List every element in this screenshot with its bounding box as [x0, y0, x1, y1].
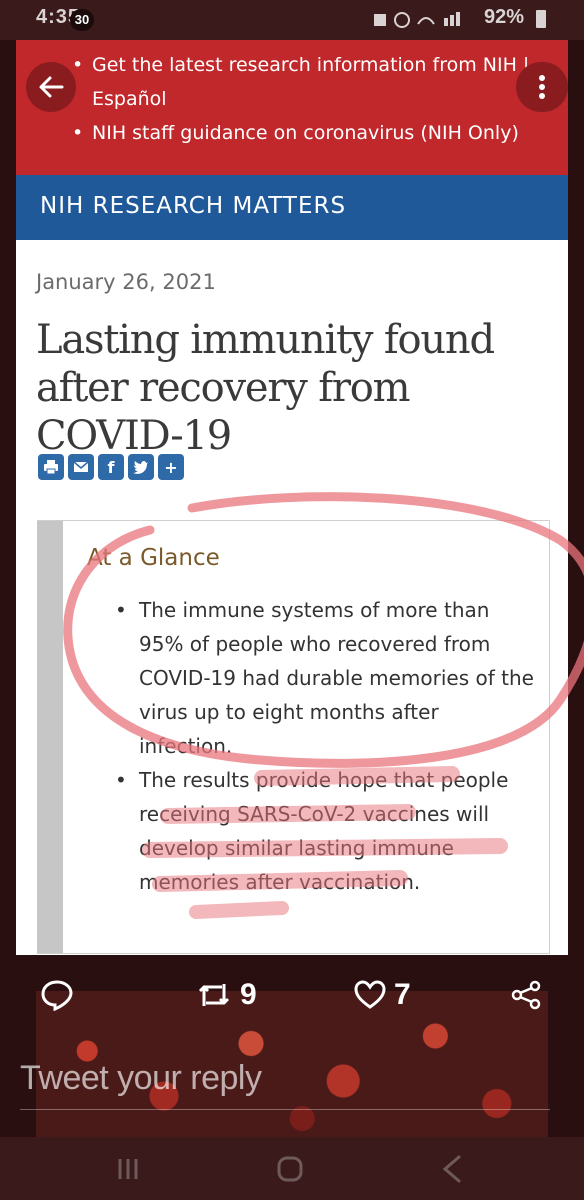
more-vertical-icon — [539, 75, 545, 99]
reply-input[interactable]: Tweet your reply — [20, 1055, 550, 1110]
status-bar: 4:35 30 92% — [0, 0, 584, 40]
covid-alert-banner: Get the latest research information from… — [16, 40, 568, 175]
article-date: January 26, 2021 — [36, 270, 216, 294]
section-banner[interactable]: NIH RESEARCH MATTERS — [16, 175, 568, 240]
alarm-icon — [374, 14, 386, 26]
glance-list: The immune systems of more than 95% of p… — [115, 593, 535, 899]
print-icon[interactable] — [38, 454, 64, 480]
like-button[interactable]: 7 — [354, 975, 411, 1015]
plus-icon[interactable]: + — [158, 454, 184, 480]
alert-link-nih-research[interactable]: Get the latest research information from… — [72, 48, 562, 116]
glance-bullet: The immune systems of more than 95% of p… — [115, 593, 535, 763]
retweet-button[interactable]: 9 — [196, 975, 257, 1015]
glance-rail — [37, 521, 63, 953]
battery-icon — [536, 10, 546, 28]
glance-bullet: The results provide hope that people rec… — [115, 763, 535, 899]
reply-button[interactable] — [40, 975, 74, 1015]
chevron-left-icon — [442, 1155, 461, 1183]
heart-icon — [354, 980, 386, 1009]
wifi-icon — [417, 17, 435, 25]
alert-list: Get the latest research information from… — [72, 48, 562, 150]
system-nav-bar — [0, 1137, 584, 1200]
status-icons — [372, 10, 482, 28]
share-button[interactable] — [510, 975, 542, 1015]
article-title: Lasting immunity found after recovery fr… — [36, 317, 495, 459]
retweet-icon — [198, 984, 230, 1006]
arrow-left-icon — [39, 76, 64, 98]
glance-heading: At a Glance — [87, 545, 220, 571]
article-page: Get the latest research information from… — [16, 40, 568, 955]
back-button[interactable] — [26, 62, 76, 112]
twitter-icon[interactable] — [128, 454, 154, 480]
home-icon — [277, 1156, 303, 1182]
alert-link-staff-guidance[interactable]: NIH staff guidance on coronavirus (NIH O… — [72, 116, 562, 150]
facebook-icon[interactable]: f — [98, 454, 124, 480]
recent-apps-button[interactable] — [110, 1149, 150, 1189]
battery-percent: 92% — [484, 6, 525, 28]
more-options-button[interactable] — [516, 62, 568, 112]
share-toolbar: f + — [38, 454, 184, 480]
home-button[interactable] — [270, 1149, 310, 1189]
tweet-actions: 9 7 — [0, 975, 584, 1015]
system-back-button[interactable] — [432, 1149, 472, 1189]
comment-icon — [41, 980, 73, 1011]
notification-count-badge: 30 — [70, 9, 94, 31]
retweet-count: 9 — [240, 978, 257, 1011]
like-count: 7 — [394, 978, 411, 1011]
signal-icon — [444, 18, 448, 26]
email-icon[interactable] — [68, 454, 94, 480]
reply-placeholder: Tweet your reply — [20, 1059, 262, 1097]
mute-icon — [394, 12, 410, 28]
at-a-glance-box: At a Glance The immune systems of more t… — [37, 520, 550, 954]
share-icon — [511, 980, 541, 1010]
recent-apps-icon — [118, 1159, 138, 1179]
section-banner-label: NIH RESEARCH MATTERS — [40, 193, 347, 219]
